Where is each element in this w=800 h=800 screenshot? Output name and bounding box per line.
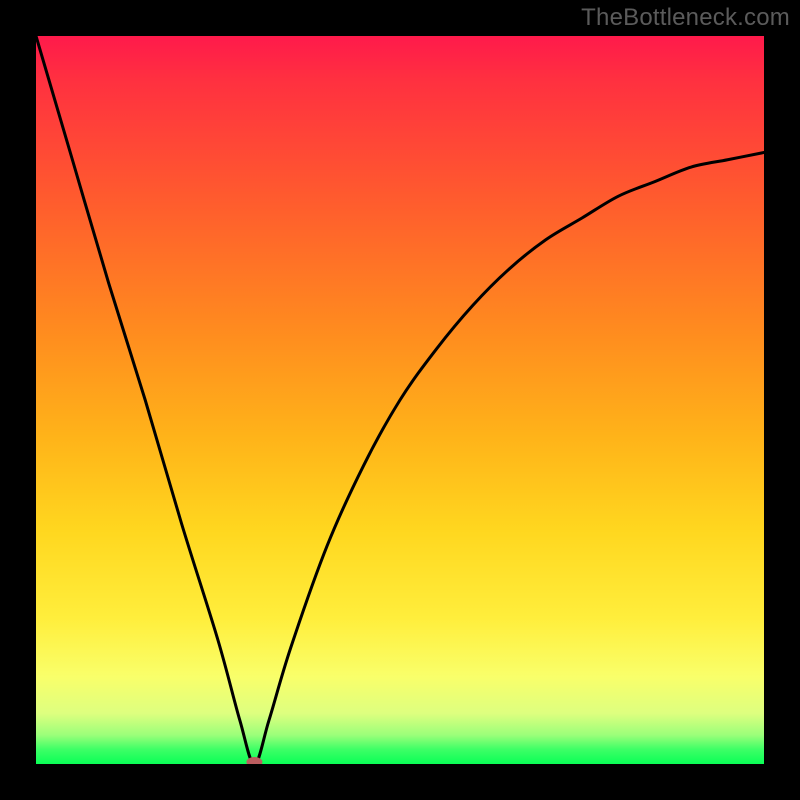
plot-area bbox=[36, 36, 764, 764]
minimum-marker bbox=[246, 757, 262, 764]
bottleneck-curve bbox=[36, 36, 764, 764]
chart-frame: TheBottleneck.com bbox=[0, 0, 800, 800]
watermark-text: TheBottleneck.com bbox=[581, 4, 790, 32]
